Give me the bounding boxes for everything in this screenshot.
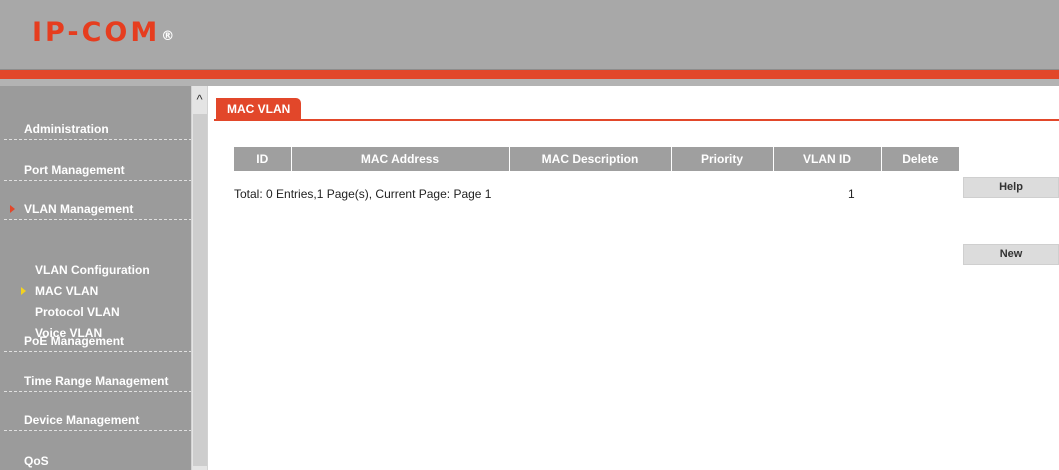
registered-mark-icon: ® — [161, 29, 175, 44]
scroll-up-icon[interactable]: ^ — [192, 86, 207, 112]
tab-underline — [214, 119, 1059, 121]
selected-arrow-icon — [21, 287, 26, 295]
sidebar-subitem-vlan-configuration[interactable]: VLAN Configuration — [35, 261, 150, 279]
sidebar-item-time-range-management[interactable]: Time Range Management — [4, 370, 191, 392]
ip-com-logo: IP-COM® — [32, 16, 174, 50]
column-header-priority: Priority — [670, 147, 773, 171]
sidebar-subitem-mac-vlan[interactable]: MAC VLAN — [21, 282, 99, 300]
brand-red-bar — [0, 70, 1059, 79]
column-header-id: ID — [234, 147, 291, 171]
sidebar-item-label: VLAN Management — [24, 202, 134, 216]
sidebar-item-device-management[interactable]: Device Management — [4, 409, 191, 431]
sidebar-item-poe-management[interactable]: PoE Management — [4, 330, 191, 352]
column-header-mac-address: MAC Address — [290, 147, 509, 171]
table-header-row: ID MAC Address MAC Description Priority … — [234, 147, 959, 171]
sidebar-item-label: Administration — [24, 122, 109, 136]
page-number-link[interactable]: 1 — [848, 187, 855, 201]
sidebar-subitem-label: MAC VLAN — [35, 284, 99, 298]
sidebar-scrollbar[interactable]: ^ — [191, 86, 208, 470]
tab-mac-vlan[interactable]: MAC VLAN — [216, 98, 302, 121]
column-header-vlan-id: VLAN ID — [772, 147, 881, 171]
sidebar-item-administration[interactable]: Administration — [4, 118, 191, 140]
help-button[interactable]: Help — [963, 177, 1059, 198]
sidebar: Administration Port Management VLAN Mana… — [0, 86, 191, 470]
sidebar-subitem-label: VLAN Configuration — [35, 263, 150, 277]
active-arrow-icon — [10, 205, 15, 213]
sidebar-item-qos[interactable]: QoS — [4, 450, 191, 470]
sidebar-subitem-protocol-vlan[interactable]: Protocol VLAN — [35, 303, 120, 321]
sidebar-subitem-label: Protocol VLAN — [35, 305, 120, 319]
column-header-delete: Delete — [880, 147, 959, 171]
header-divider — [0, 79, 1059, 86]
new-button[interactable]: New — [963, 244, 1059, 265]
header-bar: IP-COM® — [0, 0, 1059, 70]
sidebar-item-vlan-management[interactable]: VLAN Management — [4, 198, 191, 220]
scroll-thumb[interactable] — [193, 114, 207, 466]
logo-text: IP-COM — [32, 17, 161, 48]
column-header-mac-description: MAC Description — [508, 147, 671, 171]
mac-vlan-table: ID MAC Address MAC Description Priority … — [234, 147, 959, 171]
pagination-summary: Total: 0 Entries,1 Page(s), Current Page… — [234, 187, 492, 201]
sidebar-item-label: Device Management — [24, 413, 140, 427]
sidebar-item-label: QoS — [24, 454, 49, 468]
sidebar-item-label: PoE Management — [24, 334, 125, 348]
sidebar-item-label: Port Management — [24, 163, 125, 177]
sidebar-item-label: Time Range Management — [24, 374, 169, 388]
sidebar-item-port-management[interactable]: Port Management — [4, 159, 191, 181]
